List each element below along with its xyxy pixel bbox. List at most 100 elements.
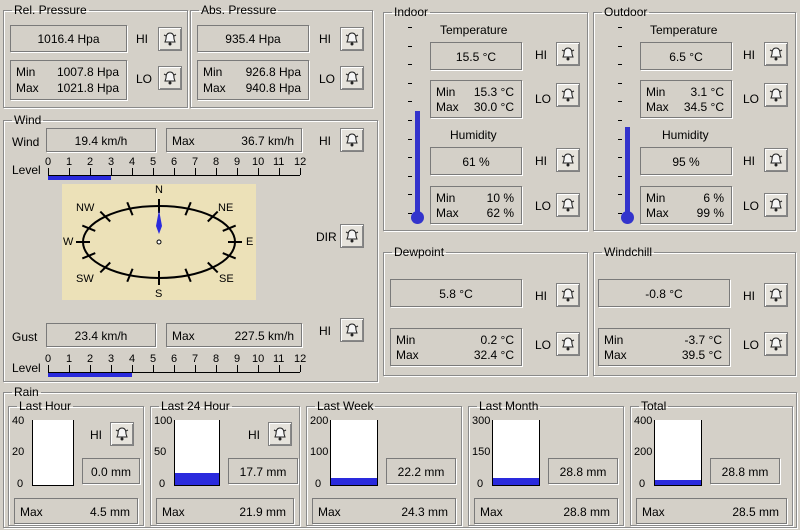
outdoor-hum-box: 95 % xyxy=(640,147,732,175)
rain-gauge-fill xyxy=(493,478,539,485)
dewpoint-lo-bell-icon[interactable] xyxy=(556,332,580,356)
compass-w-label: W xyxy=(63,236,74,248)
compass-e-label: E xyxy=(246,236,254,248)
indoor-temp-lo-bell-icon[interactable] xyxy=(556,83,580,107)
dewpoint-minmax-box: Min 0.2 °C Max 32.4 °C xyxy=(390,328,522,366)
gust-value: 23.4 km/h xyxy=(74,329,128,343)
compass-n-label: N xyxy=(155,184,163,196)
indoor-hum-box: 61 % xyxy=(430,147,522,175)
gust-scale-tick-label: 8 xyxy=(213,353,220,365)
outdoor-hum-min-label: Min xyxy=(646,191,666,205)
windchill-max-label: Max xyxy=(604,348,627,362)
rain-max: 4.5 mm xyxy=(89,505,130,519)
abs-pressure-title: Abs. Pressure xyxy=(201,3,277,17)
rel-pressure-hi-bell-icon[interactable] xyxy=(158,27,182,51)
abs-pressure-hi-bell-icon[interactable] xyxy=(340,27,364,51)
indoor-hum-lo-bell-icon[interactable] xyxy=(556,193,580,217)
rain-axis-mid: 200 xyxy=(634,446,653,458)
abs-pressure-value-box: 935.4 Hpa xyxy=(197,25,309,52)
rain-panel-title: Last Month xyxy=(479,399,539,413)
indoor-thermometer-bulb xyxy=(411,211,424,224)
indoor-temp-minmax-box: Min 15.3 °C Max 30.0 °C xyxy=(430,80,522,118)
outdoor-thermometer-bulb xyxy=(621,211,634,224)
rain-max: 24.3 mm xyxy=(401,505,448,519)
windchill-hi-bell-icon[interactable] xyxy=(764,283,788,307)
abs-pressure-lo-bell-icon[interactable] xyxy=(340,66,364,90)
rain-axis-zero: 0 xyxy=(159,478,166,490)
gust-scale-tick xyxy=(216,365,217,372)
outdoor-temp-max-label: Max xyxy=(646,100,669,114)
wind-dir-bell-icon[interactable] xyxy=(340,224,364,248)
gust-scale-tick-label: 4 xyxy=(129,353,136,365)
outdoor-temp-box: 6.5 °C xyxy=(640,42,732,70)
rain-axis-mid: 20 xyxy=(12,446,25,458)
outdoor-hum-lo-bell-icon[interactable] xyxy=(764,193,788,217)
gust-max-label: Max xyxy=(172,329,195,343)
rain-panel-title: Last Hour xyxy=(19,399,72,413)
rain-max-box: Max 21.9 mm xyxy=(156,498,294,524)
rel-pressure-max-label: Max xyxy=(16,81,39,95)
indoor-scale-tick xyxy=(408,82,412,84)
dewpoint-hi-bell-icon[interactable] xyxy=(556,283,580,307)
indoor-title: Indoor xyxy=(394,5,429,19)
rain-max-label: Max xyxy=(642,505,665,519)
gust-scale-tick-label: 9 xyxy=(234,353,241,365)
abs-pressure-lo-label: LO xyxy=(319,72,336,86)
dewpoint-max: 32.4 °C xyxy=(473,348,514,362)
gust-scale-tick xyxy=(237,365,238,372)
indoor-hum-minmax-box: Min 10 % Max 62 % xyxy=(430,186,522,224)
gust-scale-tick-label: 11 xyxy=(273,353,285,365)
outdoor-temp-hi-label: HI xyxy=(743,48,755,62)
windchill-max: 39.5 °C xyxy=(681,348,722,362)
compass-ne-label: NE xyxy=(218,202,234,214)
gust-scale-tick-label: 2 xyxy=(87,353,94,365)
gust-hi-bell-icon[interactable] xyxy=(340,318,364,342)
outdoor-temp-lo-bell-icon[interactable] xyxy=(764,83,788,107)
rain-axis-top: 300 xyxy=(472,415,491,427)
windchill-lo-bell-icon[interactable] xyxy=(764,332,788,356)
rain-axis-top: 100 xyxy=(154,415,173,427)
rain-panel-title: Last Week xyxy=(317,399,374,413)
windchill-value: -0.8 °C xyxy=(645,287,683,301)
rain-hi-bell-icon[interactable] xyxy=(110,422,134,446)
rain-gauge xyxy=(330,420,378,486)
rel-pressure-value-box: 1016.4 Hpa xyxy=(10,25,127,52)
compass-s-label: S xyxy=(155,288,163,300)
rel-pressure-lo-bell-icon[interactable] xyxy=(158,66,182,90)
rain-hi-bell-icon[interactable] xyxy=(268,422,292,446)
outdoor-temp-hi-bell-icon[interactable] xyxy=(764,42,788,66)
indoor-hum-title: Humidity xyxy=(450,128,497,142)
rain-value: 17.7 mm xyxy=(239,465,287,479)
wind-scale-tick xyxy=(48,168,49,175)
wind-scale-tick xyxy=(69,168,70,175)
outdoor-temp-title: Temperature xyxy=(650,23,718,37)
wind-level-bar xyxy=(48,176,111,180)
windchill-min: -3.7 °C xyxy=(684,333,722,347)
outdoor-hum-hi-bell-icon[interactable] xyxy=(764,148,788,172)
rain-axis-zero: 0 xyxy=(477,478,484,490)
rain-axis-mid: 50 xyxy=(154,446,167,458)
indoor-temp-hi-bell-icon[interactable] xyxy=(556,42,580,66)
outdoor-hum-max-label: Max xyxy=(646,206,669,220)
wind-hi-bell-icon[interactable] xyxy=(340,128,364,152)
rain-value: 22.2 mm xyxy=(397,465,445,479)
gust-max: 227.5 km/h xyxy=(234,329,294,343)
indoor-hum-hi-bell-icon[interactable] xyxy=(556,148,580,172)
rel-pressure-title: Rel. Pressure xyxy=(14,3,87,17)
dewpoint-lo-label: LO xyxy=(535,338,552,352)
outdoor-scale-tick xyxy=(618,120,622,121)
indoor-scale-tick xyxy=(408,27,412,28)
wind-scale-tick-label: 6 xyxy=(171,156,178,168)
abs-pressure-minmax-box: Min 926.8 Hpa Max 940.8 Hpa xyxy=(197,60,309,100)
gust-scale-tick xyxy=(153,365,154,372)
outdoor-hum-max: 99 % xyxy=(696,206,724,220)
rain-max-box: Max 28.8 mm xyxy=(474,498,618,524)
outdoor-temp-lo-label: LO xyxy=(743,92,760,106)
outdoor-hum-value: 95 % xyxy=(672,155,700,169)
rel-pressure-hi-label: HI xyxy=(136,32,148,46)
outdoor-hum-minmax-box: Min 6 % Max 99 % xyxy=(640,186,732,224)
abs-pressure-value: 935.4 Hpa xyxy=(225,32,281,46)
wind-max-box: Max 36.7 km/h xyxy=(166,128,302,152)
indoor-scale-tick xyxy=(408,175,412,177)
rain-value: 28.8 mm xyxy=(559,465,607,479)
